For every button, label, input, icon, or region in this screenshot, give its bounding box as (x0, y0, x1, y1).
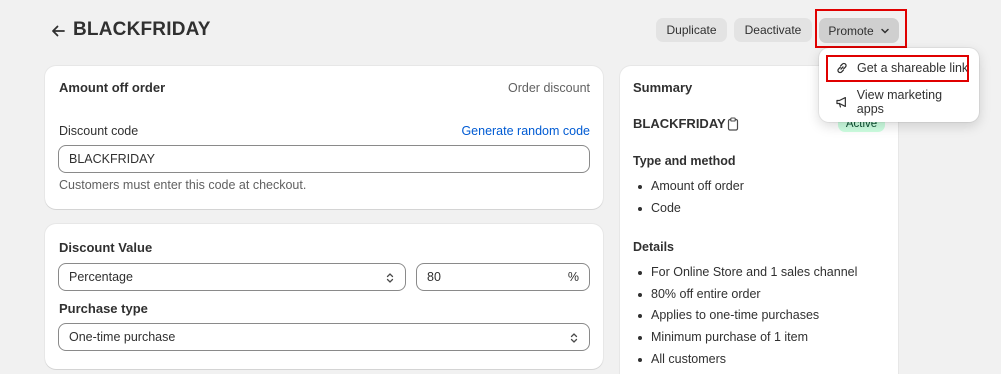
card-title: Discount Value (59, 240, 153, 255)
list-item: Applies to one-time purchases (637, 308, 820, 322)
discount-value: 80 (427, 270, 441, 284)
discount-value-card: Discount Value Percentage 80 % Purchase … (45, 224, 603, 369)
purchase-type-label: Purchase type (59, 301, 148, 316)
list-item: Code (638, 201, 681, 215)
amount-off-order-card: Amount off order Order discount Discount… (45, 66, 603, 209)
megaphone-icon (836, 96, 846, 108)
list-item: Amount off order (638, 179, 744, 193)
generate-random-code-link[interactable]: Generate random code (461, 124, 590, 138)
select-chevrons-icon (570, 333, 578, 343)
code-help-text: Customers must enter this code at checko… (59, 178, 307, 192)
arrow-left-icon[interactable] (50, 22, 66, 40)
discount-type-label: Order discount (508, 81, 590, 95)
list-item: All customers (637, 352, 727, 366)
clipboard-icon[interactable] (727, 117, 739, 131)
duplicate-button[interactable]: Duplicate (656, 18, 727, 42)
type-method-heading: Type and method (633, 154, 736, 168)
list-item: 80% off entire order (638, 287, 761, 301)
percent-suffix: % (567, 270, 579, 284)
list-item: For Online Store and 1 sales channel (637, 265, 858, 279)
menu-item-label: View marketing apps (856, 88, 943, 116)
highlight-box-shareable-link (826, 55, 969, 82)
summary-title: Summary (633, 80, 693, 95)
select-chevrons-icon (386, 273, 394, 283)
highlight-box-promote (815, 9, 907, 48)
value-type-select[interactable]: Percentage (58, 263, 406, 291)
deactivate-button[interactable]: Deactivate (734, 18, 812, 42)
details-heading: Details (633, 240, 674, 254)
summary-code: BLACKFRIDAY (633, 116, 726, 131)
page-title: BLACKFRIDAY (73, 19, 211, 40)
discount-code-label: Discount code (59, 124, 139, 138)
list-item: Minimum purchase of 1 item (637, 330, 809, 344)
value-type-selected: Percentage (69, 270, 133, 284)
menu-item-view-marketing-apps[interactable]: View marketing apps (827, 88, 971, 116)
purchase-type-selected: One-time purchase (69, 330, 176, 344)
card-title: Amount off order (59, 80, 166, 95)
discount-value-input[interactable]: 80 % (416, 263, 590, 291)
purchase-type-select[interactable]: One-time purchase (58, 323, 590, 351)
discount-code-input[interactable]: BLACKFRIDAY (58, 145, 590, 173)
